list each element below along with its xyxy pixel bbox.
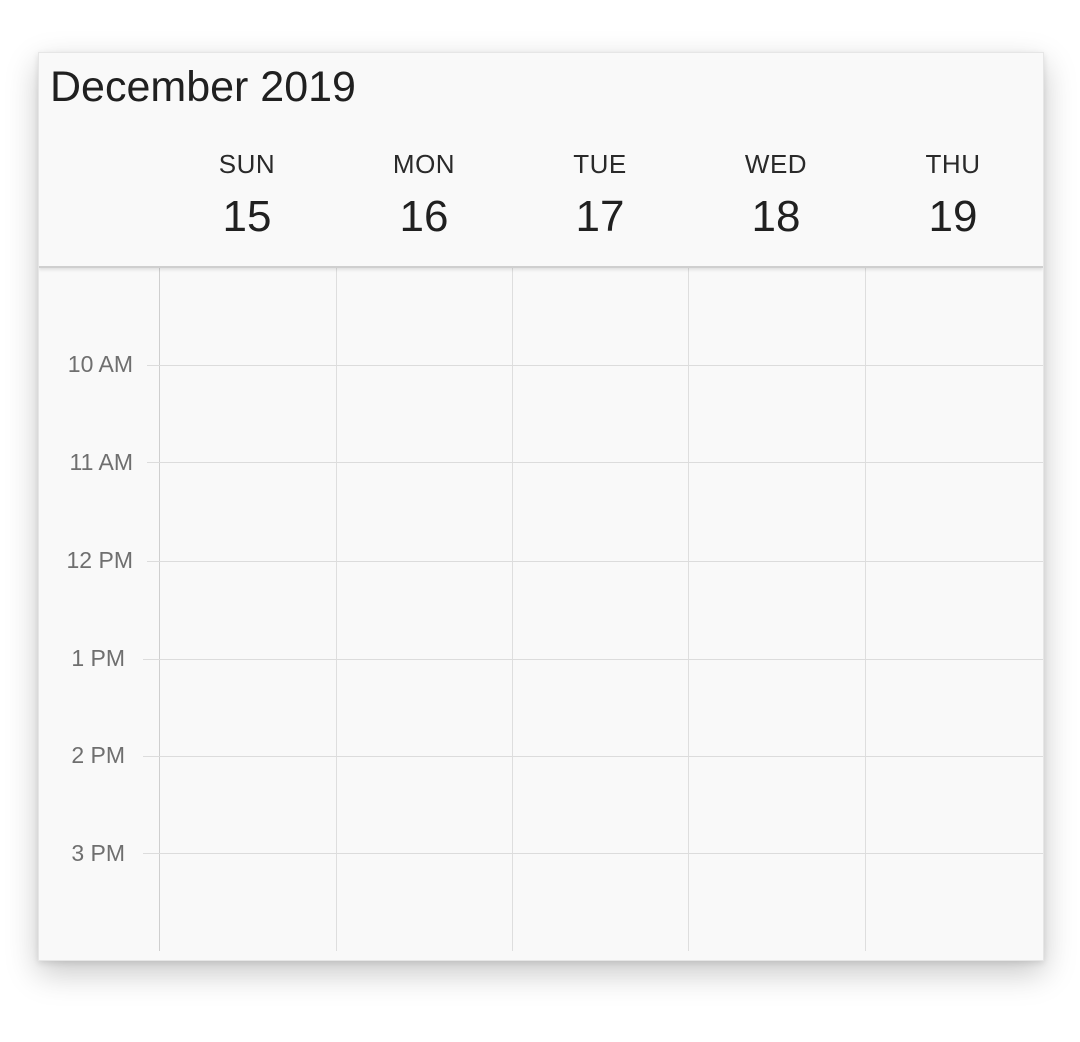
- calendar-header: December 2019 SUN 15 MON 16 TUE 17 WED 1…: [39, 53, 1043, 268]
- day-of-week-label: TUE: [573, 149, 627, 179]
- day-of-week-label: WED: [744, 149, 808, 179]
- calendar-week-view: December 2019 SUN 15 MON 16 TUE 17 WED 1…: [38, 52, 1044, 961]
- time-label: 10 AM: [67, 351, 133, 377]
- day-number: 16: [399, 192, 449, 241]
- day-number: 19: [928, 192, 978, 241]
- day-column-mon[interactable]: [337, 268, 512, 951]
- time-grid[interactable]: 10 AM 11 AM 12 PM 1 PM 2 PM 3 PM: [39, 268, 1043, 960]
- time-label: 2 PM: [71, 742, 125, 768]
- day-column-tue[interactable]: [513, 268, 688, 951]
- time-label: 12 PM: [66, 547, 133, 573]
- time-label: 3 PM: [71, 840, 125, 866]
- day-column-wed[interactable]: [689, 268, 865, 951]
- day-header-wed[interactable]: WED 18: [688, 149, 864, 242]
- day-number: 15: [222, 192, 272, 241]
- day-header-tue[interactable]: TUE 17: [512, 149, 688, 242]
- day-header-mon[interactable]: MON 16: [336, 149, 512, 242]
- day-column-sun[interactable]: [160, 268, 336, 951]
- day-of-week-label: THU: [925, 149, 981, 179]
- day-header-thu[interactable]: THU 19: [865, 149, 1041, 242]
- day-of-week-label: MON: [392, 149, 456, 179]
- day-number: 17: [575, 192, 625, 241]
- day-column-thu[interactable]: [866, 268, 1043, 951]
- day-header-sun[interactable]: SUN 15: [159, 149, 335, 242]
- month-year-title[interactable]: December 2019: [50, 63, 356, 112]
- day-of-week-label: SUN: [218, 149, 276, 179]
- day-number: 18: [751, 192, 801, 241]
- time-label: 1 PM: [71, 645, 125, 671]
- time-label: 11 AM: [69, 449, 134, 475]
